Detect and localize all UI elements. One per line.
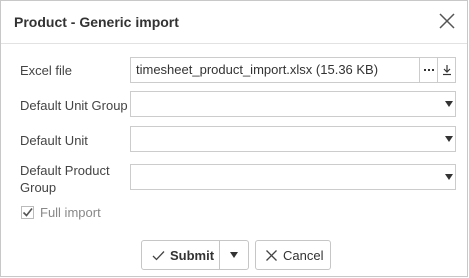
check-icon xyxy=(152,250,165,260)
full-import-checkbox[interactable]: Full import xyxy=(21,204,101,221)
dialog-title: Product - Generic import xyxy=(14,14,179,30)
submit-split-button[interactable]: Submit xyxy=(141,240,249,270)
default-unit-group-select[interactable] xyxy=(130,91,456,117)
caret-down-icon xyxy=(445,101,453,107)
cancel-button[interactable]: Cancel xyxy=(255,240,331,270)
download-button[interactable] xyxy=(437,58,455,82)
default-product-group-label-line2: Group xyxy=(20,180,57,195)
caret-down-icon xyxy=(445,136,453,142)
close-icon xyxy=(439,13,455,29)
excel-file-label: Excel file xyxy=(20,63,73,78)
full-import-label: Full import xyxy=(40,205,101,220)
close-button[interactable] xyxy=(437,11,457,31)
submit-label: Submit xyxy=(170,247,215,263)
ellipsis-icon xyxy=(423,69,434,71)
default-product-group-select[interactable] xyxy=(130,164,456,190)
excel-file-value: timesheet_product_import.xlsx (15.36 KB) xyxy=(136,62,379,77)
download-icon xyxy=(442,65,451,76)
browse-button[interactable] xyxy=(419,58,437,82)
excel-file-field[interactable]: timesheet_product_import.xlsx (15.36 KB) xyxy=(130,57,456,83)
submit-options-button[interactable] xyxy=(218,241,248,269)
caret-down-icon xyxy=(229,252,238,258)
default-unit-group-label: Default Unit Group xyxy=(20,98,128,113)
default-product-group-dropdown[interactable] xyxy=(443,165,455,189)
default-product-group-label-line1: Default Product xyxy=(20,163,110,178)
default-unit-dropdown[interactable] xyxy=(443,127,455,151)
caret-down-icon xyxy=(445,174,453,180)
x-icon xyxy=(266,249,277,261)
checkbox-box[interactable] xyxy=(21,206,34,219)
cancel-label: Cancel xyxy=(283,247,324,263)
default-unit-label: Default Unit xyxy=(20,133,88,148)
default-unit-group-dropdown[interactable] xyxy=(443,92,455,116)
check-icon xyxy=(22,208,33,217)
dialog-header: Product - Generic import xyxy=(1,1,467,44)
import-dialog: Product - Generic import Excel file time… xyxy=(0,0,468,277)
submit-button[interactable]: Submit xyxy=(142,241,219,269)
default-unit-select[interactable] xyxy=(130,126,456,152)
